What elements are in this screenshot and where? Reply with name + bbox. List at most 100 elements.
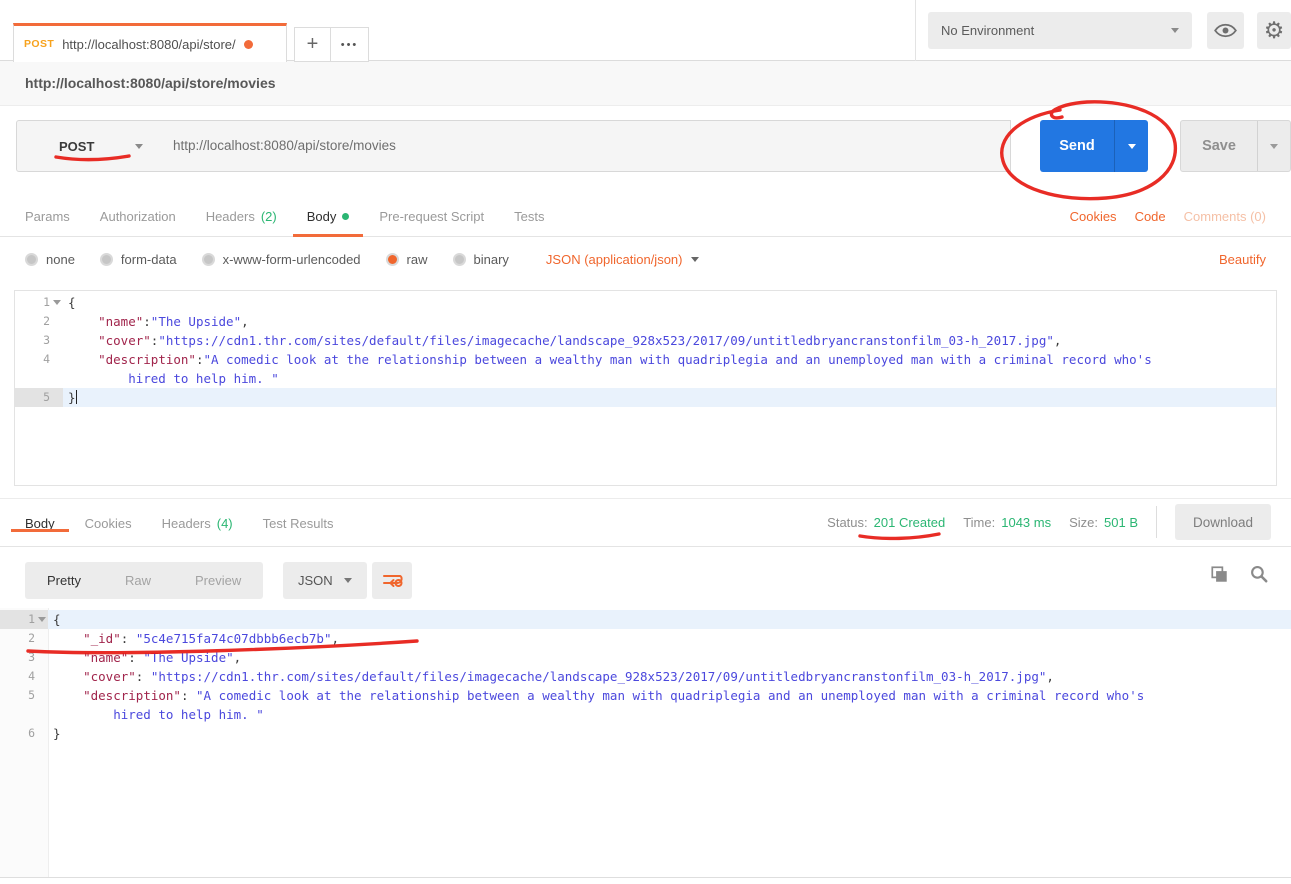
text-cursor	[76, 390, 78, 404]
eye-icon	[1214, 23, 1237, 38]
response-format-selector[interactable]: JSON	[283, 562, 367, 599]
header-divider	[915, 0, 916, 61]
request-links: Cookies Code Comments (0)	[1070, 196, 1266, 237]
fold-caret-icon[interactable]	[50, 300, 63, 305]
body-mode-raw[interactable]: raw	[386, 252, 428, 267]
size-label: Size:	[1069, 515, 1098, 530]
header-bar: POST http://localhost:8080/api/store/ + …	[0, 0, 1291, 61]
body-mode-row: none form-data x-www-form-urlencoded raw bin…	[0, 237, 1291, 282]
download-button[interactable]: Download	[1175, 504, 1271, 540]
chevron-down-icon	[344, 578, 352, 583]
content-type-selector[interactable]: JSON (application/json)	[546, 252, 700, 267]
response-body-editor[interactable]: 1{2 "_id": "5c4e715fa74c07dbbb6ecb7b",3 …	[0, 608, 1291, 878]
request-tab[interactable]: POST http://localhost:8080/api/store/	[13, 23, 287, 62]
code-line: 6}	[0, 724, 1291, 743]
chevron-down-icon	[135, 144, 143, 149]
gear-icon: ⚙	[1264, 19, 1285, 42]
cookies-link[interactable]: Cookies	[1070, 209, 1117, 224]
method-selector-value: POST	[59, 139, 94, 154]
request-tab-pre-request-script[interactable]: Pre-request Script	[379, 196, 484, 236]
code-line: 2 "name":"The Upside",	[15, 312, 1276, 331]
radio-icon	[386, 253, 399, 266]
body-mode-none[interactable]: none	[25, 252, 75, 267]
request-title: http://localhost:8080/api/store/movies	[0, 61, 1291, 106]
response-tab-test-results[interactable]: Test Results	[263, 516, 334, 531]
body-mode-form-data[interactable]: form-data	[100, 252, 177, 267]
code-line: 2 "_id": "5c4e715fa74c07dbbb6ecb7b",	[0, 629, 1291, 648]
status-indicator: Status: 201 Created	[827, 515, 945, 530]
fold-caret-icon[interactable]	[35, 617, 48, 622]
tab-method-label: POST	[24, 38, 54, 50]
body-data-dot	[342, 213, 349, 220]
method-selector[interactable]: POST	[16, 120, 158, 172]
new-tab-button[interactable]: +	[294, 27, 331, 62]
chevron-down-icon	[1270, 144, 1278, 149]
search-icon	[1250, 565, 1268, 583]
tab-title: http://localhost:8080/api/store/	[62, 37, 235, 52]
environment-selector[interactable]: No Environment	[928, 12, 1192, 49]
code-line: hired to help him. "	[0, 705, 1291, 724]
response-tab-body[interactable]: Body	[25, 516, 55, 531]
code-line: 4 "cover": "https://cdn1.thr.com/sites/d…	[0, 667, 1291, 686]
request-tab-body[interactable]: Body	[307, 196, 350, 236]
settings-button[interactable]: ⚙	[1257, 12, 1291, 49]
chevron-down-icon	[691, 257, 699, 262]
body-mode-x-www-form-urlencoded[interactable]: x-www-form-urlencoded	[202, 252, 361, 267]
beautify-link[interactable]: Beautify	[1219, 237, 1266, 282]
view-mode-raw[interactable]: Raw	[103, 562, 173, 599]
code-line: hired to help him. "	[15, 369, 1276, 388]
send-button-label: Send	[1040, 120, 1114, 172]
wrap-lines-button[interactable]	[372, 562, 412, 599]
url-input[interactable]: http://localhost:8080/api/store/movies	[157, 120, 1011, 172]
request-tab-params[interactable]: Params	[25, 196, 70, 236]
status-label: Status:	[827, 515, 867, 530]
radio-icon	[202, 253, 215, 266]
response-tab-cookies[interactable]: Cookies	[85, 516, 132, 531]
code-line: 4 "description":"A comedic look at the r…	[15, 350, 1276, 369]
size-value: 501 B	[1104, 515, 1138, 530]
radio-icon	[100, 253, 113, 266]
chevron-down-icon	[1171, 28, 1179, 33]
content-type-value: JSON (application/json)	[546, 252, 683, 267]
time-indicator: Time: 1043 ms	[963, 515, 1051, 530]
send-button[interactable]: Send	[1040, 120, 1148, 172]
radio-icon	[25, 253, 38, 266]
copy-icon	[1211, 566, 1228, 583]
save-button-label: Save	[1181, 121, 1257, 171]
time-value: 1043 ms	[1001, 515, 1051, 530]
response-view-switcher: PrettyRawPreview	[25, 562, 263, 599]
code-line: 5 "description": "A comedic look at the …	[0, 686, 1291, 705]
code-line: 3 "cover":"https://cdn1.thr.com/sites/de…	[15, 331, 1276, 350]
save-options-button[interactable]	[1257, 121, 1290, 171]
view-mode-preview[interactable]: Preview	[173, 562, 263, 599]
environment-quick-look-button[interactable]	[1207, 12, 1244, 49]
request-tab-tests[interactable]: Tests	[514, 196, 544, 236]
environment-selector-label: No Environment	[941, 23, 1034, 38]
request-tab-authorization[interactable]: Authorization	[100, 196, 176, 236]
unsaved-changes-dot	[244, 40, 253, 49]
chevron-down-icon	[1128, 144, 1136, 149]
postman-app: POST http://localhost:8080/api/store/ + …	[0, 0, 1291, 884]
request-tab-headers[interactable]: Headers(2)	[206, 196, 277, 236]
radio-icon	[453, 253, 466, 266]
tab-options-button[interactable]: •••	[330, 27, 369, 62]
body-mode-binary[interactable]: binary	[453, 252, 509, 267]
code-link[interactable]: Code	[1135, 209, 1166, 224]
code-line: 3 "name": "The Upside",	[0, 648, 1291, 667]
code-line: 5}	[15, 388, 1276, 407]
comments-0-link[interactable]: Comments (0)	[1184, 209, 1266, 224]
send-options-button[interactable]	[1114, 120, 1148, 172]
code-line: 1{	[0, 610, 1291, 629]
view-mode-pretty[interactable]: Pretty	[25, 562, 103, 599]
status-value: 201 Created	[874, 515, 946, 530]
code-line: 1{	[15, 293, 1276, 312]
meta-divider	[1156, 506, 1157, 538]
wrap-lines-icon	[382, 572, 403, 589]
search-response-button[interactable]	[1250, 565, 1268, 588]
request-body-editor[interactable]: 1{2 "name":"The Upside",3 "cover":"https…	[14, 290, 1277, 486]
size-indicator: Size: 501 B	[1069, 515, 1138, 530]
copy-response-button[interactable]	[1211, 566, 1228, 588]
response-tab-headers[interactable]: Headers(4)	[162, 516, 233, 531]
save-button[interactable]: Save	[1180, 120, 1291, 172]
response-meta: Status: 201 Created Time: 1043 ms Size: …	[827, 498, 1271, 546]
